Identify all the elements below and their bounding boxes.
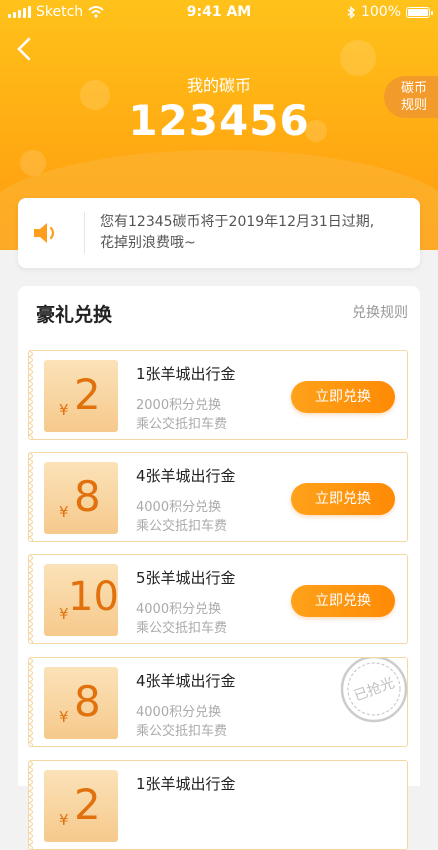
coupon-value-block: ¥ 8 [44,667,118,739]
coupon-edge [29,351,34,439]
coupon-points: 2000积分兑换 [136,398,222,413]
rules-line-1: 碳币 [400,81,427,96]
expiry-notice: 您有12345碳币将于2019年12月31日过期, 花掉别浪费哦~ [18,198,420,268]
coupon-card-sold-out: ¥ 8 4张羊城出行金 4000积分兑换 乘公交抵扣车费 已抢光 [28,657,408,747]
coupon-desc: 乘公交抵扣车费 [136,417,228,432]
redeem-button[interactable]: 立即兑换 [291,381,395,413]
coupon-value-block: ¥ 2 [44,360,118,432]
stamp-text: 已抢光 [352,674,397,704]
battery-percent: 100% [360,4,401,20]
redeem-button[interactable]: 立即兑换 [291,585,395,617]
coupon-points: 4000积分兑换 [136,602,222,617]
coupon-points: 4000积分兑换 [136,705,222,720]
page-title: 我的碳币 [186,76,251,95]
currency-symbol: ¥ [59,708,69,726]
bluetooth-icon [347,5,356,19]
coupon-value: 2 [74,370,101,419]
coupon-edge [29,761,34,849]
coupon-desc: 乘公交抵扣车费 [136,621,228,636]
currency-symbol: ¥ [59,811,69,829]
chevron-left-icon [17,37,31,61]
coupon-value: 2 [74,780,101,829]
coupon-value-block: ¥ 10 [44,564,119,636]
exchange-rules-link[interactable]: 兑换规则 [352,302,408,322]
coupon-edge [29,453,34,541]
coupon-card: ¥ 8 4张羊城出行金 4000积分兑换 乘公交抵扣车费 立即兑换 [28,452,408,542]
back-button[interactable] [14,36,38,62]
speaker-icon [34,223,55,243]
notice-divider [84,212,85,254]
coupon-points: 4000积分兑换 [136,500,222,515]
battery-icon [406,6,433,18]
coupon-name: 4张羊城出行金 [136,467,236,485]
coupon-card: ¥ 10 5张羊城出行金 4000积分兑换 乘公交抵扣车费 立即兑换 [28,554,408,644]
carbon-coin-balance: 123456 [128,96,310,145]
notice-line-1: 您有12345碳币将于2019年12月31日过期, [100,214,375,230]
carbon-coin-rules-button[interactable]: 碳币 规则 [384,76,438,118]
coupon-value: 8 [74,472,101,521]
rules-line-2: 规则 [400,98,427,113]
coupon-edge [29,555,34,643]
currency-symbol: ¥ [59,401,69,419]
coupon-edge [29,658,34,746]
coupon-value-block: ¥ 2 [44,770,118,842]
coupon-name: 5张羊城出行金 [136,569,236,587]
status-bar: Sketch 9:41 AM 100% [0,0,438,26]
coupon-name: 1张羊城出行金 [136,775,236,793]
currency-symbol: ¥ [59,503,69,521]
sold-out-stamp-icon: 已抢光 [340,658,407,723]
coupon-value: 10 [68,574,119,620]
coupon-value-block: ¥ 8 [44,462,118,534]
coupon-card: ¥ 2 1张羊城出行金 2000积分兑换 乘公交抵扣车费 立即兑换 [28,350,408,440]
decor-bubble [340,40,376,76]
coupon-value: 8 [74,677,101,726]
notice-line-2: 花掉别浪费哦~ [100,235,196,251]
coupon-card: ¥ 2 1张羊城出行金 [28,760,408,850]
coupon-desc: 乘公交抵扣车费 [136,519,228,534]
exchange-panel: 豪礼兑换 兑换规则 ¥ 2 1张羊城出行金 2000积分兑换 乘公交抵扣车费 立… [18,286,420,850]
redeem-button[interactable]: 立即兑换 [291,483,395,515]
section-title: 豪礼兑换 [36,304,113,326]
coupon-name: 1张羊城出行金 [136,365,236,383]
coupon-name: 4张羊城出行金 [136,672,236,690]
decor-bubble [20,150,46,176]
coupon-desc: 乘公交抵扣车费 [136,724,228,739]
